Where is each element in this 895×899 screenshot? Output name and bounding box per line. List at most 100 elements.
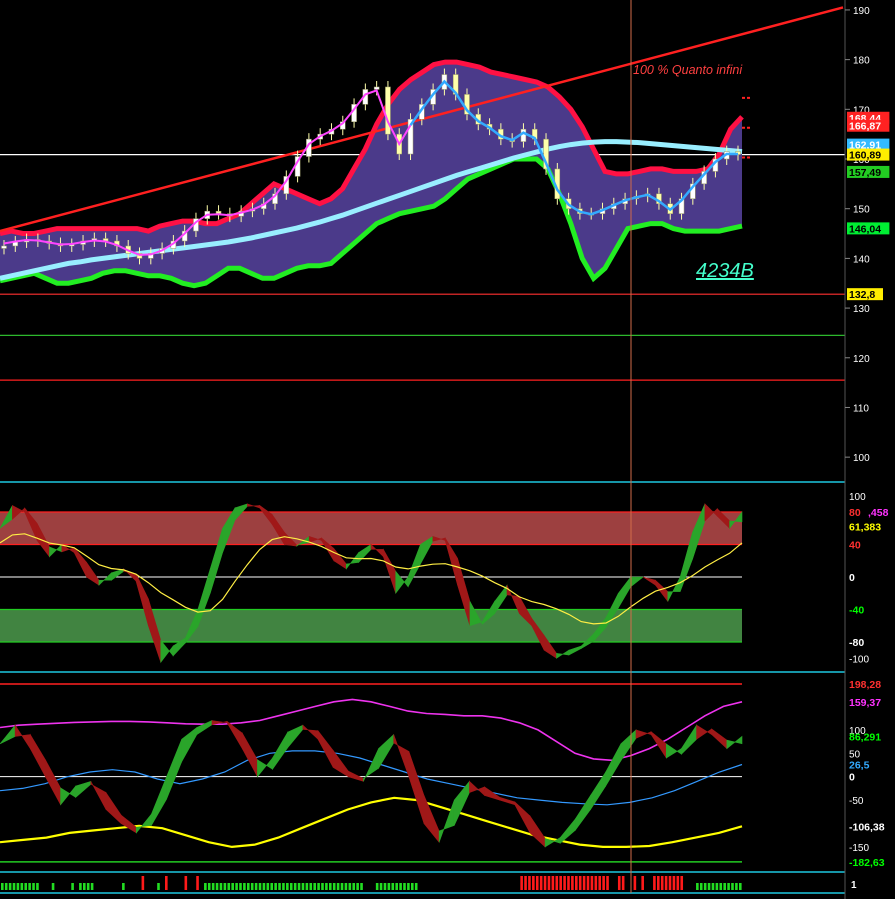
osc-tick-label-1: -100	[849, 654, 869, 665]
signal-bar	[278, 883, 281, 890]
price-tick-label-8: 110	[853, 403, 869, 414]
signal-bar	[262, 883, 266, 890]
osc-ribbon	[358, 543, 372, 564]
signal-bar	[699, 883, 703, 890]
osc-tick-label-0: 100	[849, 492, 866, 503]
signal-bar	[8, 883, 12, 890]
signal-bar	[122, 883, 125, 890]
osc2-ribbon	[529, 815, 546, 848]
signal-bar	[247, 883, 250, 890]
signal-bar	[215, 883, 219, 890]
signal-bar	[395, 883, 398, 890]
signal-bar	[672, 876, 676, 890]
signal-bar	[360, 883, 363, 890]
price-badge-6: 132,8	[849, 289, 875, 301]
signal-bar	[578, 876, 582, 890]
oscillator-panel	[0, 503, 845, 673]
osc2-ribbon	[378, 733, 395, 770]
signal-bar	[184, 876, 188, 890]
osc2-badge-3: 26,5	[849, 760, 870, 772]
osc2-badge-5: -106,38	[849, 821, 885, 833]
osc-ribbon	[630, 576, 644, 588]
osc-ribbon	[111, 568, 124, 581]
osc2-ribbon	[135, 813, 152, 834]
signal-bar	[407, 883, 410, 890]
osc2-ribbon	[120, 814, 137, 834]
signal-bar	[657, 876, 660, 890]
signal-bar	[680, 876, 684, 890]
signal-bar	[336, 883, 340, 890]
signal-bar	[325, 883, 328, 890]
signal-bar	[532, 876, 535, 890]
signal-bar	[539, 876, 543, 890]
price-badge-1: 166,87	[849, 121, 881, 133]
signal-bar	[528, 876, 531, 890]
chart-stage: 190180170160150140130120110100168,44166,…	[0, 0, 895, 899]
signal-bar	[83, 883, 86, 890]
signal-bar	[555, 876, 559, 890]
signal-bar	[707, 883, 711, 890]
signal-bar	[586, 876, 590, 890]
osc2-ribbon	[575, 794, 591, 831]
osc2-badge-4: 0	[849, 772, 855, 784]
osc2-ribbon	[408, 751, 425, 824]
signal-bar	[653, 876, 656, 890]
signal-bar	[520, 876, 523, 890]
signal-bar	[235, 883, 238, 890]
signal-bar	[559, 876, 562, 890]
price-tick-label-6: 130	[853, 304, 870, 315]
signal-bar	[301, 883, 305, 890]
candle	[520, 128, 527, 142]
osc2-badge-0: 198,28	[849, 679, 881, 691]
signal-bar	[551, 876, 555, 890]
osc2-ribbon	[151, 776, 167, 827]
osc2-ribbon	[711, 728, 728, 750]
osc2-ribbon	[60, 785, 77, 806]
signal-bar	[313, 883, 316, 890]
signal-bar	[739, 883, 742, 890]
signal-bar	[735, 883, 738, 890]
price-panel	[0, 6, 845, 483]
signal-bar	[356, 883, 359, 890]
osc2-ribbon	[287, 724, 304, 749]
signal-bar	[617, 876, 621, 890]
signal-bar	[141, 876, 145, 890]
osc-ribbon	[395, 570, 409, 595]
osc2-ribbon	[499, 796, 516, 806]
signal-bar	[594, 876, 598, 890]
signal-bar	[297, 883, 301, 890]
osc2-badge-1: 159,37	[849, 697, 881, 709]
signal-bar	[196, 876, 199, 890]
signal-bar	[403, 883, 406, 890]
osc2-ribbon	[257, 757, 273, 778]
osc2-ribbon	[105, 791, 122, 825]
signal-bar	[266, 883, 270, 890]
signal-bar	[633, 876, 637, 890]
signal-bar	[274, 883, 277, 890]
candle	[1, 245, 7, 249]
osc2-ribbon	[514, 801, 531, 834]
signal-bar	[250, 883, 254, 890]
osc-badge-2: 61,383	[849, 522, 881, 534]
signal-bar	[375, 883, 379, 890]
strategy-label: 100 % Quanto infini	[633, 63, 743, 77]
osc-ribbon	[383, 548, 397, 594]
signal-bar	[606, 876, 609, 890]
osc-badge-6: -80	[849, 637, 864, 649]
osc-ribbon	[568, 645, 582, 656]
signal-bar	[12, 883, 16, 890]
signal-bar	[239, 883, 242, 890]
signal-bar	[32, 883, 35, 890]
signal-bar	[563, 876, 566, 890]
osc2-ribbon	[635, 729, 652, 739]
signal-bar	[535, 876, 539, 890]
osc2-ribbon	[453, 780, 470, 826]
signal-bar	[598, 876, 602, 890]
price-axis[interactable]: 190180170160150140130120110100168,44166,…	[844, 0, 895, 899]
osc2-ribbon	[605, 743, 622, 788]
price-badge-3: 160,89	[849, 150, 881, 162]
signal-bar	[621, 876, 625, 890]
signal-bar	[602, 876, 605, 890]
signal-bar	[414, 883, 418, 890]
osc2-ribbon	[14, 724, 31, 750]
